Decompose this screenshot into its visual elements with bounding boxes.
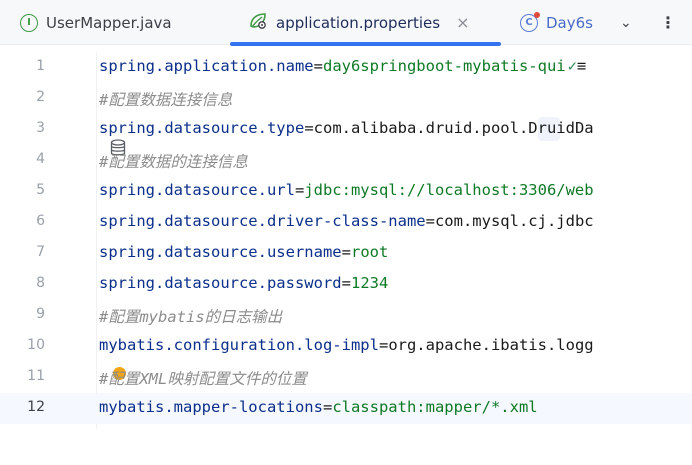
- property-key: spring.application.name: [99, 57, 314, 75]
- active-tab-indicator: [230, 42, 501, 46]
- comment: #配置数据的连接信息: [99, 153, 248, 171]
- line-number: 2: [36, 89, 45, 105]
- code-line[interactable]: 7 spring.datasource.username=root: [0, 238, 692, 269]
- editor-tab-bar: I UserMapper.java application.properties…: [0, 0, 692, 46]
- code-line[interactable]: 8 spring.datasource.password=1234: [0, 269, 692, 300]
- close-icon[interactable]: ×: [456, 13, 469, 32]
- code-line[interactable]: 3 spring.datasource.type=com.alibaba.dru…: [0, 114, 692, 156]
- code-line[interactable]: 9 #配置mybatis的日志输出: [0, 300, 692, 331]
- line-number: 6: [36, 213, 45, 229]
- tab-day6s[interactable]: C Day6s: [520, 0, 593, 45]
- interface-icon: I: [20, 13, 38, 32]
- code-editor[interactable]: 1 spring.application.name=day6springboot…: [0, 52, 692, 429]
- property-key: spring.datasource.username: [99, 243, 342, 261]
- property-key: spring.datasource.password: [99, 274, 342, 292]
- comment: #配置XML映射配置文件的位置: [99, 370, 307, 388]
- tab-application-properties[interactable]: application.properties ×: [248, 0, 469, 45]
- property-value: day6springboot-mybatis-qui: [322, 57, 566, 75]
- property-value: root: [350, 243, 389, 261]
- property-key: mybatis.configuration.log-impl: [99, 336, 379, 354]
- line-number: 1: [36, 58, 45, 74]
- tab-label: Day6s: [546, 13, 593, 32]
- code-line[interactable]: 10 mybatis.configuration.log-impl=org.ap…: [0, 331, 692, 362]
- chevron-down-icon[interactable]: ⌄: [620, 0, 632, 45]
- line-number: 5: [36, 182, 45, 198]
- property-value: com.alibaba.druid.pool.DruidDa: [313, 119, 594, 137]
- property-value: org.apache.ibatis.logg: [388, 336, 594, 354]
- current-code-line[interactable]: 12 mybatis.mapper-locations=classpath:ma…: [0, 393, 692, 424]
- code-line[interactable]: 4 #配置数据的连接信息: [0, 145, 692, 176]
- code-line[interactable]: 1 spring.application.name=day6springboot…: [0, 52, 692, 83]
- line-number: 10: [27, 337, 45, 353]
- line-number: 4: [36, 151, 45, 167]
- line-number: 12: [27, 399, 45, 415]
- code-line[interactable]: 5 spring.datasource.url=jdbc:mysql://loc…: [0, 176, 692, 207]
- tab-usermapper-java[interactable]: I UserMapper.java: [20, 0, 172, 45]
- tab-label: application.properties: [276, 13, 441, 32]
- property-key: spring.datasource.url: [99, 181, 295, 199]
- property-value: jdbc:mysql://localhost:3306/web: [304, 181, 594, 199]
- code-line[interactable]: 2 #配置数据连接信息: [0, 83, 692, 114]
- check-icon: ✓: [567, 57, 577, 75]
- property-value: com.mysql.cj.jdbc: [434, 212, 594, 230]
- tab-label: UserMapper.java: [46, 13, 172, 32]
- property-key: mybatis.mapper-locations: [99, 398, 323, 416]
- comment: #配置mybatis的日志输出: [99, 308, 283, 326]
- menu-icon[interactable]: ≡: [577, 57, 586, 75]
- code-line[interactable]: 11 #配置XML映射配置文件的位置: [0, 362, 692, 393]
- line-number: 7: [36, 244, 45, 260]
- line-number: 9: [36, 306, 45, 322]
- line-number: 8: [36, 275, 45, 291]
- class-icon: C: [520, 11, 540, 32]
- code-line[interactable]: 6 spring.datasource.driver-class-name=co…: [0, 207, 692, 238]
- property-key: spring.datasource.type: [99, 119, 305, 137]
- comment: #配置数据连接信息: [99, 91, 233, 109]
- property-value: 1234: [350, 274, 389, 292]
- line-number: 3: [36, 120, 45, 136]
- more-vertical-icon[interactable]: ⋮: [660, 0, 676, 45]
- spring-leaf-icon: [248, 12, 268, 34]
- line-number: 11: [27, 368, 45, 384]
- property-value: classpath:mapper/*.xml: [332, 398, 538, 416]
- property-key: spring.datasource.driver-class-name: [99, 212, 426, 230]
